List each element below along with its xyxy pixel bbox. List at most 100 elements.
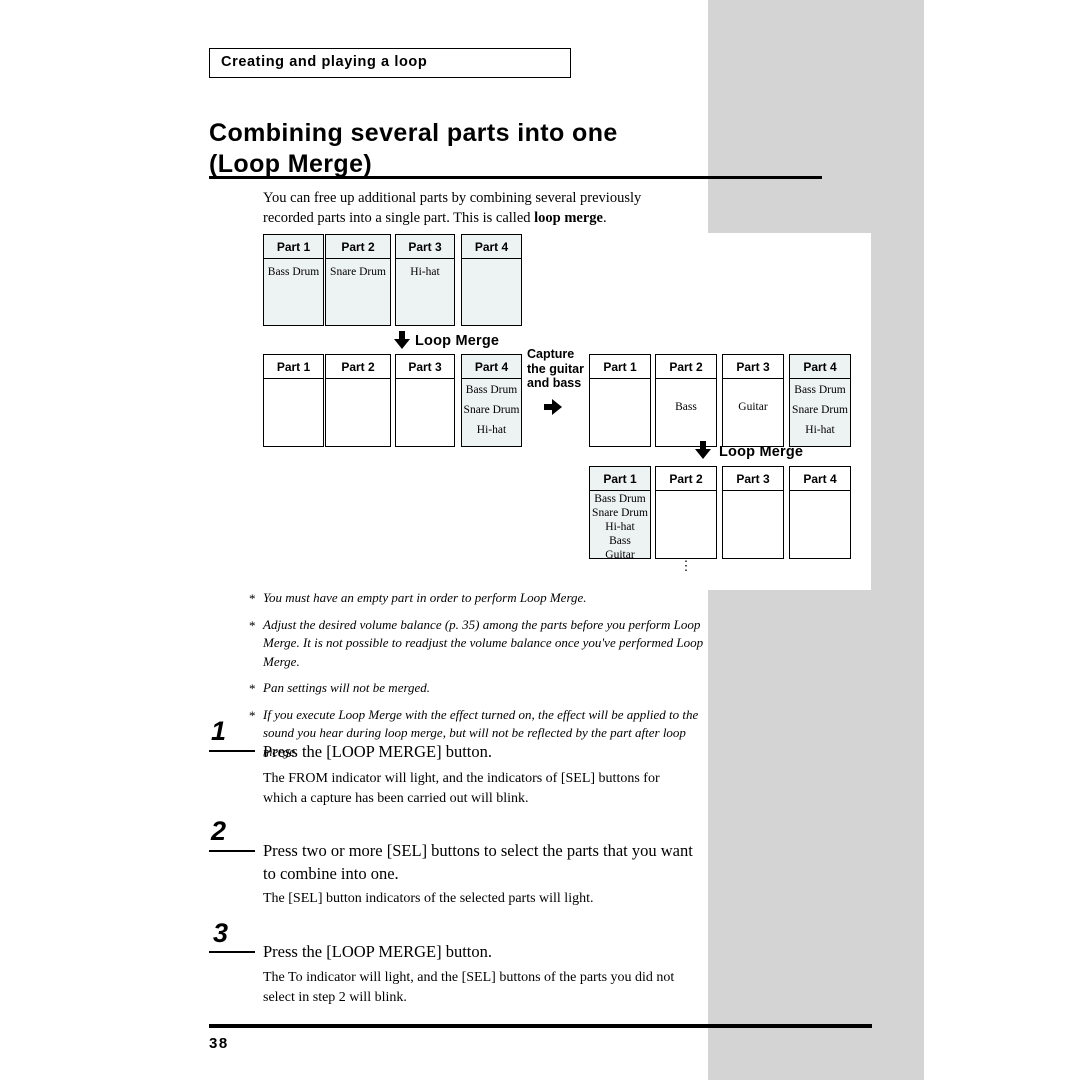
- loop-merge-arrow-down-2: [695, 441, 711, 461]
- step-rule-3: [209, 951, 255, 953]
- part-box-line: Hi-hat: [410, 266, 440, 278]
- part-box-header: Part 3: [736, 472, 770, 486]
- part-box-line: Hi-hat: [605, 521, 635, 533]
- diagram-part-box: Part 2 Snare Drum: [325, 234, 391, 326]
- part-box-rule: [462, 378, 521, 380]
- part-box-rule: [264, 378, 323, 380]
- note-item: Pan settings will not be merged.: [249, 679, 709, 698]
- diagram-part-box: Part 4 Bass Drum Snare Drum Hi-hat: [461, 354, 522, 447]
- page-title: Combining several parts into one (Loop M…: [209, 118, 829, 180]
- manual-page: Creating and playing a loop Combining se…: [0, 0, 1080, 1080]
- part-box-header: Part 3: [736, 360, 770, 374]
- part-box-rule: [723, 490, 783, 492]
- loop-merge-label-2: Loop Merge: [719, 444, 804, 460]
- part-box-header: Part 4: [803, 472, 837, 486]
- step-body-2: The [SEL] button indicators of the selec…: [263, 891, 594, 906]
- capture-label: Capture the guitar and bass: [527, 347, 584, 390]
- loop-merge-label-1: Loop Merge: [415, 333, 500, 349]
- part-box-rule: [264, 258, 323, 260]
- part-box-header: Part 2: [341, 240, 375, 254]
- part-box-header: Part 1: [276, 240, 311, 254]
- step-number-3: 3: [213, 918, 229, 948]
- part-box-line: Bass: [609, 535, 631, 547]
- diagram-part-box: Part 3: [395, 354, 455, 447]
- title-divider: [209, 176, 822, 179]
- diagram-part-box: Part 2: [325, 354, 391, 447]
- step-number-1: 1: [211, 716, 227, 746]
- part-box-rule: [326, 258, 390, 260]
- part-box-rule: [790, 490, 850, 492]
- part-box-header: Part 4: [803, 360, 837, 374]
- part-box-line: Bass Drum: [267, 266, 320, 278]
- part-box-header: Part 1: [603, 472, 637, 486]
- intro-text-after: .: [602, 209, 607, 226]
- part-box-header: Part 4: [474, 360, 509, 374]
- part-box-line: Bass Drum: [794, 384, 846, 396]
- arrow-head: [552, 399, 562, 415]
- chapter-header-text: Creating and playing a loop: [221, 54, 428, 70]
- loop-merge-arrow-down-1: [394, 331, 410, 351]
- diagram-part-box: Part 2 Bass: [655, 354, 717, 447]
- step-number-2: 2: [211, 816, 227, 846]
- intro-bold-term: loop merge: [534, 209, 603, 226]
- part-box-rule: [590, 378, 650, 380]
- part-box-line: Snare Drum: [792, 404, 848, 416]
- diagram-part-box: Part 3 Guitar: [722, 354, 784, 447]
- note-item: Adjust the desired volume balance (p. 35…: [249, 616, 709, 672]
- diagram-part-box: Part 3 Hi-hat: [395, 234, 455, 326]
- part-box-header: Part 2: [669, 360, 703, 374]
- intro-paragraph: You can free up additional parts by comb…: [263, 189, 693, 228]
- part-box-header: Part 3: [408, 360, 442, 374]
- step-body-3: The To indicator will light, and the [SE…: [263, 970, 675, 1005]
- part-box-rule: [396, 258, 454, 260]
- part-box-rule: [723, 378, 783, 380]
- diagram-part-box: Part 4: [789, 466, 851, 559]
- capture-arrow-right: [544, 399, 564, 415]
- part-box-line: Snare Drum: [592, 507, 648, 519]
- step-title-3: Press the [LOOP MERGE] button.: [263, 942, 493, 961]
- part-box-header: Part 3: [408, 240, 442, 254]
- part-box-rule: [656, 490, 716, 492]
- diagram-part-box: Part 1 Bass Drum: [263, 234, 324, 326]
- diagram-part-box: Part 2: [655, 466, 717, 559]
- part-box-line: Hi-hat: [805, 424, 835, 436]
- part-box-rule: [462, 258, 521, 260]
- step-body-1: The FROM indicator will light, and the i…: [263, 771, 660, 806]
- part-box-header: Part 2: [341, 360, 375, 374]
- part-box-line: Guitar: [738, 401, 768, 413]
- diagram-part-box: Part 1: [263, 354, 324, 447]
- loop-merge-diagram: Part 1 Bass Drum Part 2 Snare Drum Part …: [263, 234, 873, 589]
- page-title-line1: Combining several parts into one: [209, 119, 618, 147]
- footer-divider: [209, 1024, 872, 1028]
- part-box-line: Guitar: [605, 549, 635, 561]
- part-box-line: Hi-hat: [476, 424, 507, 436]
- part-box-rule: [326, 378, 390, 380]
- diagram-part-box: Part 3: [722, 466, 784, 559]
- part-box-header: Part 4: [474, 240, 509, 254]
- part-box-line: Snare Drum: [330, 266, 386, 278]
- part-box-line: Snare Drum: [463, 404, 520, 416]
- part-box-header: Part 2: [669, 472, 703, 486]
- part-box-rule: [790, 378, 850, 380]
- step-rule-2: [209, 850, 255, 852]
- part-box-line: Bass: [675, 401, 697, 413]
- note-item: You must have an empty part in order to …: [249, 589, 709, 608]
- chapter-header-box: Creating and playing a loop: [209, 48, 571, 78]
- step-rule-1: [209, 750, 255, 752]
- part-box-rule: [590, 490, 650, 492]
- part-box-line: Bass Drum: [594, 493, 646, 505]
- step-title-2: Press two or more [SEL] buttons to selec…: [263, 841, 693, 883]
- part-box-header: Part 1: [276, 360, 311, 374]
- part-box-line: Bass Drum: [465, 384, 518, 396]
- diagram-part-box: Part 1: [589, 354, 651, 447]
- part-box-rule: [656, 378, 716, 380]
- diagram-part-box: Part 4 Bass Drum Snare Drum Hi-hat: [789, 354, 851, 447]
- diagram-continuation-dots: ⋮: [679, 558, 693, 573]
- page-number: 38: [209, 1035, 229, 1052]
- diagram-part-box: Part 1 Bass Drum Snare Drum Hi-hat Bass …: [589, 466, 651, 561]
- step-title-1: Press the [LOOP MERGE] button.: [263, 742, 493, 761]
- arrow-head: [394, 339, 410, 349]
- arrow-head: [695, 449, 711, 459]
- part-box-rule: [396, 378, 454, 380]
- part-box-header: Part 1: [603, 360, 637, 374]
